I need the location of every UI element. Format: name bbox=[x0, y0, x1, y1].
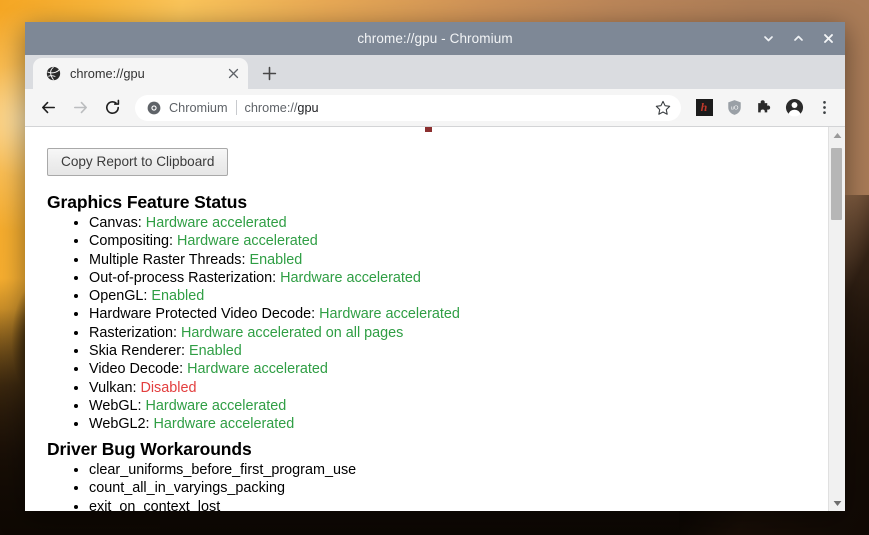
list-item: OpenGL: Enabled bbox=[89, 287, 460, 305]
close-icon[interactable] bbox=[820, 30, 837, 47]
ext-ublock-origin-icon[interactable]: uO bbox=[721, 95, 747, 121]
url-text: chrome://gpu bbox=[245, 101, 643, 115]
list-item: Vulkan: Disabled bbox=[89, 379, 460, 397]
feature-label: WebGL2: bbox=[89, 416, 150, 433]
minimize-icon[interactable] bbox=[760, 30, 777, 47]
window-titlebar[interactable]: chrome://gpu - Chromium bbox=[25, 22, 845, 55]
globe-icon bbox=[45, 66, 61, 82]
list-item: Canvas: Hardware accelerated bbox=[89, 214, 460, 232]
list-item: WebGL: Hardware accelerated bbox=[89, 397, 460, 415]
feature-label: count_all_in_varyings_packing bbox=[89, 480, 286, 497]
list-item: Out-of-process Rasterization: Hardware a… bbox=[89, 269, 460, 287]
security-chip-label: Chromium bbox=[169, 100, 228, 115]
feature-label: Vulkan: bbox=[89, 379, 137, 396]
feature-value: Disabled bbox=[140, 379, 197, 396]
feature-label: Rasterization: bbox=[89, 324, 177, 341]
ext-hackernews-label: h bbox=[695, 99, 713, 116]
feature-value: Hardware accelerated bbox=[319, 306, 460, 323]
feature-label: Multiple Raster Threads: bbox=[89, 251, 246, 268]
ext-puzzle-icon[interactable] bbox=[751, 95, 777, 121]
list-item: WebGL2: Hardware accelerated bbox=[89, 415, 460, 433]
clipped-content-marker bbox=[425, 127, 432, 132]
list-item: Skia Renderer: Enabled bbox=[89, 342, 460, 360]
three-dot-menu-icon[interactable] bbox=[811, 95, 837, 121]
page-viewport: Copy Report to Clipboard Graphics Featur… bbox=[25, 127, 845, 511]
feature-label: clear_uniforms_before_first_program_use bbox=[89, 462, 357, 478]
feature-label: Hardware Protected Video Decode: bbox=[89, 306, 316, 323]
svg-text:uO: uO bbox=[730, 106, 738, 112]
feature-value: Hardware accelerated bbox=[187, 361, 328, 378]
list-item: count_all_in_varyings_packing bbox=[89, 479, 356, 497]
graphics-feature-status-list: Canvas: Hardware acceleratedCompositing:… bbox=[65, 214, 460, 434]
feature-label: Out-of-process Rasterization: bbox=[89, 269, 277, 286]
url-suffix: gpu bbox=[297, 100, 319, 115]
list-item: Rasterization: Hardware accelerated on a… bbox=[89, 324, 460, 342]
scroll-up-icon[interactable] bbox=[829, 127, 845, 143]
scrollbar-track[interactable] bbox=[829, 143, 845, 495]
feature-value: Hardware accelerated bbox=[153, 416, 295, 433]
back-arrow-icon[interactable] bbox=[33, 93, 63, 123]
url-prefix: chrome:// bbox=[244, 100, 298, 115]
browser-window: chrome://gpu - Chromium chrome://gpu Chr… bbox=[25, 22, 845, 511]
feature-label: OpenGL: bbox=[89, 288, 148, 305]
feature-label: Compositing: bbox=[89, 233, 173, 250]
feature-label: Canvas: bbox=[89, 215, 142, 231]
feature-value: Enabled bbox=[189, 343, 242, 360]
list-item: Video Decode: Hardware accelerated bbox=[89, 360, 460, 378]
feature-value: Hardware accelerated bbox=[176, 233, 318, 250]
graphics-feature-status-heading: Graphics Feature Status bbox=[47, 192, 247, 212]
feature-value: Enabled bbox=[249, 251, 303, 268]
feature-label: Video Decode: bbox=[89, 361, 184, 378]
address-bar[interactable]: Chromium chrome://gpu bbox=[135, 94, 681, 121]
list-item: Hardware Protected Video Decode: Hardwar… bbox=[89, 305, 460, 323]
tab-strip: chrome://gpu bbox=[25, 55, 845, 89]
omnibox-divider bbox=[235, 100, 237, 115]
window-title: chrome://gpu - Chromium bbox=[357, 31, 513, 46]
feature-value: Hardware accelerated bbox=[280, 269, 421, 286]
copy-report-button[interactable]: Copy Report to Clipboard bbox=[47, 148, 229, 176]
feature-value: Hardware accelerated bbox=[145, 215, 287, 231]
star-icon[interactable] bbox=[651, 96, 675, 120]
tab-chrome-gpu[interactable]: chrome://gpu bbox=[33, 58, 248, 89]
list-item: exit_on_context_lost bbox=[89, 498, 356, 511]
tab-title: chrome://gpu bbox=[70, 66, 145, 81]
feature-label: exit_on_context_lost bbox=[89, 498, 221, 511]
feature-value: Enabled bbox=[151, 288, 205, 305]
feature-value: Hardware accelerated bbox=[145, 397, 287, 414]
feature-value: Hardware accelerated on all pages bbox=[180, 324, 404, 341]
ext-hackernews-icon[interactable]: h bbox=[691, 95, 717, 121]
driver-bug-workarounds-list: clear_uniforms_before_first_program_usec… bbox=[65, 461, 356, 511]
forward-arrow-icon[interactable] bbox=[65, 93, 95, 123]
vertical-scrollbar[interactable] bbox=[828, 127, 845, 511]
scroll-down-icon[interactable] bbox=[829, 495, 845, 511]
feature-label: Skia Renderer: bbox=[89, 343, 185, 360]
chromium-logo-icon bbox=[146, 100, 161, 115]
window-controls bbox=[760, 22, 837, 55]
list-item: Multiple Raster Threads: Enabled bbox=[89, 251, 460, 269]
gpu-report-content: Copy Report to Clipboard Graphics Featur… bbox=[25, 127, 828, 511]
maximize-icon[interactable] bbox=[790, 30, 807, 47]
reload-icon[interactable] bbox=[97, 93, 127, 123]
profile-avatar-icon[interactable] bbox=[781, 95, 807, 121]
scrollbar-thumb[interactable] bbox=[831, 148, 842, 220]
feature-label: WebGL: bbox=[89, 397, 142, 414]
browser-toolbar: Chromium chrome://gpu h uO bbox=[25, 89, 845, 127]
new-tab-button[interactable] bbox=[255, 59, 283, 87]
list-item: Compositing: Hardware accelerated bbox=[89, 232, 460, 250]
list-item: clear_uniforms_before_first_program_use bbox=[89, 461, 356, 479]
close-icon[interactable] bbox=[224, 65, 242, 83]
driver-bug-workarounds-heading: Driver Bug Workarounds bbox=[47, 439, 252, 459]
